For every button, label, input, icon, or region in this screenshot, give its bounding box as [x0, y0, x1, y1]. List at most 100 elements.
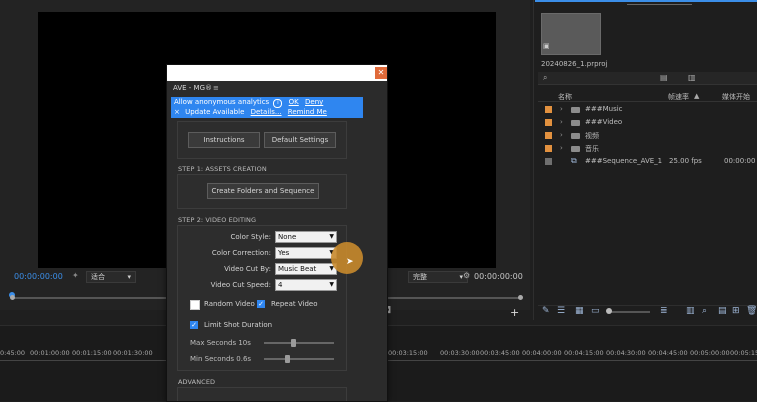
chevron-right-icon[interactable]: ›: [560, 118, 563, 126]
color-correction-value: Yes: [278, 249, 290, 257]
scrub-in-point[interactable]: [10, 295, 15, 300]
ruler-tick: 00:05:00:00: [690, 349, 730, 357]
project-row-sequence[interactable]: ⧉ ###Sequence_AVE_1 25.00 fps 00:00:00: [538, 156, 757, 168]
ruler-tick: 00:04:30:00: [606, 349, 646, 357]
chevron-down-icon: ▼: [329, 233, 334, 240]
new-bin-icon[interactable]: ▥: [688, 73, 696, 82]
video-cut-by-select[interactable]: Music Beat ▼: [275, 263, 337, 275]
ave-mg-dialog: ✕ AVE - MG® ≡ Allow anonymous analytics …: [166, 64, 388, 402]
folder-icon: [571, 133, 580, 139]
ruler-tick: 00:01:30:00: [113, 349, 153, 357]
label-color: [545, 119, 552, 126]
dismiss-x-icon[interactable]: ×: [174, 108, 180, 116]
new-bin-icon[interactable]: ▤: [718, 306, 727, 316]
project-file-name: 20240826_1.prproj: [541, 60, 608, 68]
chevron-right-icon[interactable]: ›: [560, 144, 563, 152]
quality-select-label: 完整: [413, 273, 427, 281]
panel-menu-icon[interactable]: ≡: [213, 84, 219, 92]
limit-shot-checkbox[interactable]: ✓: [190, 321, 198, 329]
zoom-select[interactable]: 适合 ▾: [86, 271, 136, 283]
label-color: [545, 132, 552, 139]
folder-icon: [571, 120, 580, 126]
project-tab-indicator: [535, 0, 757, 2]
mouse-cursor-icon: ➤: [346, 257, 354, 267]
instructions-button[interactable]: Instructions: [188, 132, 260, 148]
new-item-icon[interactable]: ⊞: [732, 306, 740, 316]
sort-icon[interactable]: ≣: [660, 306, 668, 316]
project-item-name: ###Sequence_AVE_1: [585, 157, 663, 165]
default-settings-button[interactable]: Default Settings: [264, 132, 336, 148]
ruler-tick: 0:45:00: [0, 349, 26, 357]
max-seconds-slider-thumb[interactable]: [291, 339, 297, 347]
color-correction-select[interactable]: Yes▼: [275, 247, 337, 259]
ruler-tick: 00:01:00:00: [30, 349, 70, 357]
repeat-video-checkbox[interactable]: ✓: [257, 300, 265, 308]
zoom-slider[interactable]: [608, 311, 650, 313]
analytics-notice: Allow anonymous analytics i OK Deny: [174, 97, 323, 108]
label-color: [545, 158, 552, 165]
ruler-tick: 00:03:30:00: [440, 349, 480, 357]
pencil-icon[interactable]: ✎: [542, 306, 550, 316]
camera-icon: ▣: [543, 42, 550, 50]
find-icon[interactable]: ⌕: [702, 306, 707, 316]
add-button[interactable]: +: [510, 306, 519, 319]
notification-banner: Allow anonymous analytics i OK Deny × Up…: [171, 97, 363, 118]
dialog-titlebar[interactable]: ✕: [167, 65, 387, 81]
freeform-view-icon[interactable]: ▭: [591, 306, 600, 316]
update-details-link[interactable]: Details...: [251, 108, 282, 116]
automate-icon[interactable]: ▥: [686, 306, 695, 316]
analytics-text: Allow anonymous analytics: [174, 98, 270, 106]
quality-select[interactable]: 完整 ▾: [408, 271, 468, 283]
min-seconds-slider-thumb[interactable]: [285, 355, 291, 363]
project-row-shipin[interactable]: › 视频: [538, 130, 757, 142]
video-cut-speed-value: 4: [278, 281, 283, 289]
video-cut-speed-select[interactable]: 4 ▼: [275, 279, 337, 291]
color-style-label: Color Style:: [230, 233, 271, 241]
analytics-deny-link[interactable]: Deny: [305, 98, 323, 106]
project-search[interactable]: [538, 72, 757, 85]
step2-title: STEP 2: VIDEO EDITING: [178, 216, 257, 224]
create-folders-button[interactable]: Create Folders and Sequence: [207, 183, 319, 199]
header-divider: [538, 101, 757, 102]
project-thumbnail[interactable]: [541, 13, 601, 55]
list-view-icon[interactable]: ☰: [557, 306, 565, 316]
color-correction-label: Color Correction:: [211, 249, 271, 257]
ruler-tick: 00:05:15: [730, 349, 757, 357]
advanced-title: ADVANCED: [178, 378, 216, 386]
min-seconds-slider[interactable]: [264, 358, 334, 360]
project-item-start: 00:00:00: [724, 157, 756, 165]
close-button[interactable]: ✕: [375, 67, 387, 79]
analytics-ok-link[interactable]: OK: [289, 98, 299, 106]
project-row-music[interactable]: › ###Music: [538, 104, 757, 116]
video-cut-by-label: Video Cut By:: [224, 265, 271, 273]
project-item-name: ###Video: [585, 118, 623, 126]
chevron-right-icon[interactable]: ›: [560, 131, 563, 139]
icon-view-icon[interactable]: ▦: [575, 306, 584, 316]
project-item-name: ###Music: [585, 105, 623, 113]
project-row-yinyue[interactable]: › 音乐: [538, 143, 757, 155]
bin-icon[interactable]: ▤: [660, 73, 668, 82]
folder-icon: [571, 107, 580, 113]
chevron-right-icon[interactable]: ›: [560, 105, 563, 113]
project-item-rate: 25.00 fps: [669, 157, 702, 165]
panel-tab-ave-mg[interactable]: AVE - MG®: [173, 84, 212, 92]
scrub-out-point[interactable]: [518, 295, 523, 300]
step1-title: STEP 1: ASSETS CREATION: [178, 165, 267, 173]
wrench-icon[interactable]: ⚙: [463, 271, 470, 280]
ruler-tick: 00:03:15:00: [388, 349, 428, 357]
max-seconds-slider[interactable]: [264, 342, 334, 344]
video-cut-by-value: Music Beat: [278, 265, 317, 273]
zoom-slider-thumb[interactable]: [606, 308, 612, 314]
playhead-timecode[interactable]: 00:00:00:00: [14, 272, 63, 281]
update-remind-link[interactable]: Remind Me: [288, 108, 327, 116]
trash-icon[interactable]: 🗑: [746, 306, 757, 316]
random-video-checkbox[interactable]: [190, 300, 200, 310]
marker-icon[interactable]: ✦: [72, 271, 79, 280]
duration-timecode: 00:00:00:00: [474, 272, 523, 281]
project-item-name: 视频: [585, 132, 599, 140]
ruler-tick: 00:04:00:00: [522, 349, 562, 357]
folder-icon: [571, 146, 580, 152]
color-style-select[interactable]: None ▼: [275, 231, 337, 243]
sort-up-icon: ▲: [694, 92, 700, 100]
project-row-video[interactable]: › ###Video: [538, 117, 757, 129]
